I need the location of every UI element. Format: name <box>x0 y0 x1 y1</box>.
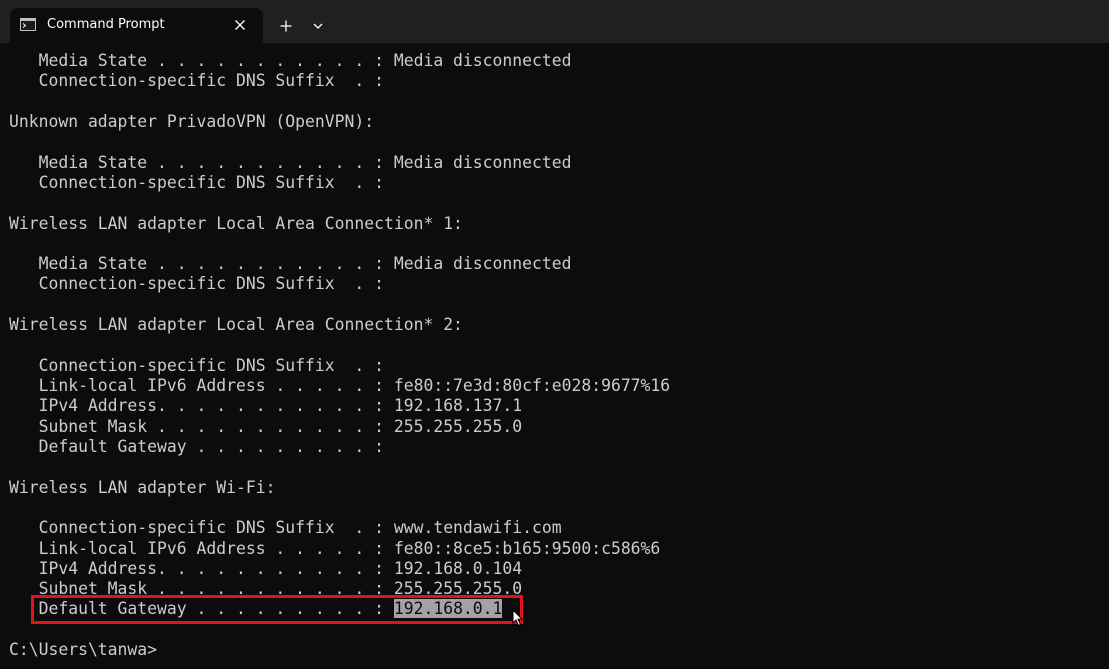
terminal-line: IPv4 Address. . . . . . . . . . . : 192.… <box>9 396 523 416</box>
terminal-line: Wireless LAN adapter Wi-Fi: <box>9 477 276 497</box>
terminal-line: Wireless LAN adapter Local Area Connecti… <box>9 315 463 335</box>
terminal-line: Link-local IPv6 Address . . . . . : fe80… <box>9 376 671 395</box>
command-prompt[interactable]: C:\Users\tanwa> <box>9 640 1101 660</box>
tab-title: Command Prompt <box>47 17 165 32</box>
default-gateway-label: Default Gateway . . . . . . . . . : <box>9 599 394 619</box>
terminal-line: Unknown adapter PrivadoVPN (OpenVPN): <box>9 111 375 131</box>
title-bar: Command Prompt <box>0 0 1109 43</box>
terminal-line: Media State . . . . . . . . . . . : Medi… <box>9 152 572 172</box>
terminal-line: Connection-specific DNS Suffix . : <box>9 172 384 192</box>
terminal-line: Subnet Mask . . . . . . . . . . . : 255.… <box>9 416 523 436</box>
terminal-line: Wireless LAN adapter Local Area Connecti… <box>9 213 463 233</box>
terminal-line: Connection-specific DNS Suffix . : <box>9 71 384 91</box>
terminal-line: Default Gateway . . . . . . . . . : <box>9 436 384 456</box>
terminal-line: Media State . . . . . . . . . . . : Medi… <box>9 51 572 70</box>
terminal-line: Connection-specific DNS Suffix . : <box>9 355 384 375</box>
terminal-line-default-gateway: Default Gateway . . . . . . . . . : 192.… <box>9 599 1101 619</box>
terminal-output[interactable]: Media State . . . . . . . . . . . : Medi… <box>9 51 1101 663</box>
command-prompt-window: Command Prompt Media State . . . . . . .… <box>0 0 1109 669</box>
mouse-pointer-icon <box>512 608 524 627</box>
terminal-icon <box>20 18 36 31</box>
tab-command-prompt[interactable]: Command Prompt <box>10 8 263 43</box>
terminal-line: Connection-specific DNS Suffix . : <box>9 274 384 294</box>
close-icon[interactable] <box>231 16 249 34</box>
terminal-line: Subnet Mask . . . . . . . . . . . : 255.… <box>9 579 523 599</box>
default-gateway-value[interactable]: 192.168.0.1 <box>393 599 503 619</box>
plus-icon[interactable] <box>272 14 300 38</box>
chevron-down-icon[interactable] <box>306 14 330 38</box>
terminal-line: Media State . . . . . . . . . . . : Medi… <box>9 254 572 274</box>
terminal-line: IPv4 Address. . . . . . . . . . . : 192.… <box>9 558 523 578</box>
terminal-line: Link-local IPv6 Address . . . . . : fe80… <box>9 538 661 558</box>
terminal-line: Connection-specific DNS Suffix . : www.t… <box>9 518 562 538</box>
terminal-lines: Media State . . . . . . . . . . . : Medi… <box>9 51 1101 599</box>
